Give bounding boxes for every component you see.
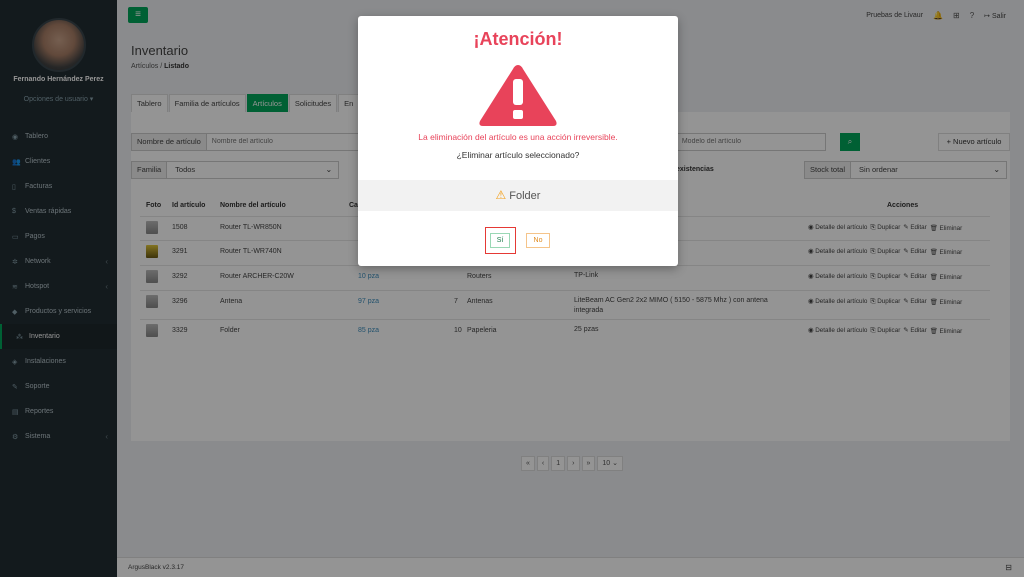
- modal-item-name: Folder: [509, 190, 541, 202]
- warning-triangle-icon: [479, 65, 557, 126]
- no-button[interactable]: No: [526, 233, 550, 248]
- yes-button[interactable]: Sí: [490, 233, 510, 248]
- app-root: Fernando Hernández Perez Opciones de usu…: [0, 0, 1024, 577]
- yes-button-highlight: Sí: [485, 227, 516, 254]
- warning-icon: ⚠: [495, 188, 507, 202]
- modal-warning-text: La eliminación del artículo es una acció…: [418, 132, 618, 142]
- modal-title: ¡Atención!: [473, 29, 563, 49]
- modal-question: ¿Eliminar artículo seleccionado?: [456, 150, 580, 160]
- delete-confirm-modal: ¡Atención! La eliminación del artículo e…: [358, 16, 678, 266]
- modal-item-band: ⚠ Folder: [358, 180, 678, 211]
